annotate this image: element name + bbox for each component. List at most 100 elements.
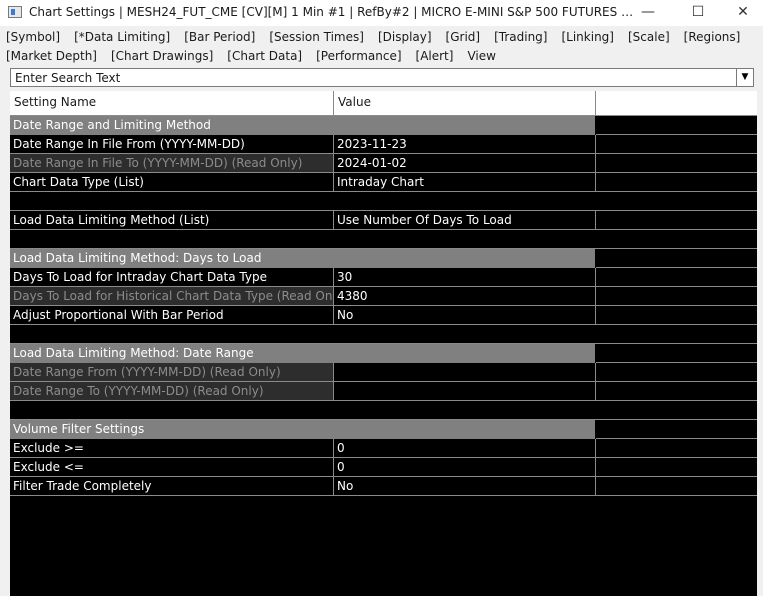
setting-value[interactable]: 30 xyxy=(334,268,596,287)
setting-name: Chart Data Type (List) xyxy=(10,173,334,192)
setting-name: Date Range In File To (YYYY-MM-DD) (Read… xyxy=(10,154,334,173)
setting-row[interactable]: Chart Data Type (List) Intraday Chart xyxy=(10,173,757,192)
row-spacer xyxy=(596,135,757,154)
menu-item[interactable]: [Symbol] xyxy=(6,30,60,44)
menu-item[interactable]: [Alert] xyxy=(416,49,454,63)
close-button[interactable]: ✕ xyxy=(720,0,763,26)
section-header-label: Load Data Limiting Method: Date Range xyxy=(10,344,595,363)
menu-item[interactable]: [Chart Drawings] xyxy=(111,49,213,63)
section-header-row[interactable]: Volume Filter Settings xyxy=(10,420,757,439)
section-header-label: Date Range and Limiting Method xyxy=(10,116,595,135)
readonly-setting-row[interactable]: Date Range In File To (YYYY-MM-DD) (Read… xyxy=(10,154,757,173)
menu-item[interactable]: [Bar Period] xyxy=(184,30,255,44)
setting-value: 4380 xyxy=(334,287,596,306)
setting-row[interactable]: Exclude <= 0 xyxy=(10,458,757,477)
menu-item[interactable]: [Market Depth] xyxy=(6,49,97,63)
search-input[interactable] xyxy=(11,69,743,86)
column-header-setting-name[interactable]: Setting Name xyxy=(10,91,334,115)
blank-cell xyxy=(10,325,757,344)
row-spacer xyxy=(596,420,757,439)
chevron-down-icon[interactable]: ▼ xyxy=(736,69,753,86)
row-spacer xyxy=(596,154,757,173)
row-spacer xyxy=(596,306,757,325)
setting-value[interactable]: Use Number Of Days To Load xyxy=(334,211,596,230)
setting-row[interactable]: Load Data Limiting Method (List) Use Numb… xyxy=(10,211,757,230)
maximize-button[interactable]: ☐ xyxy=(675,0,721,26)
setting-name: Date Range From (YYYY-MM-DD) (Read Only) xyxy=(10,363,334,382)
setting-value[interactable]: 2023-11-23 xyxy=(334,135,596,154)
row-spacer xyxy=(596,173,757,192)
row-spacer xyxy=(596,477,757,496)
search-box[interactable]: ▼ xyxy=(10,68,754,87)
readonly-setting-row[interactable]: Date Range To (YYYY-MM-DD) (Read Only) xyxy=(10,382,757,401)
section-header-row[interactable]: Date Range and Limiting Method xyxy=(10,116,757,135)
menu-item[interactable]: [Session Times] xyxy=(269,30,364,44)
menu-item[interactable]: [Linking] xyxy=(561,30,614,44)
grid-header: Setting Name Value xyxy=(10,91,757,116)
row-spacer xyxy=(596,382,757,401)
section-header-label: Volume Filter Settings xyxy=(10,420,595,439)
column-header-value[interactable]: Value xyxy=(334,91,596,115)
row-spacer xyxy=(596,344,757,363)
row-spacer xyxy=(596,458,757,477)
window-title: Chart Settings | MESH24_FUT_CME [CV][M] … xyxy=(29,5,639,19)
setting-name: Filter Trade Completely xyxy=(10,477,334,496)
setting-row[interactable]: Date Range In File From (YYYY-MM-DD) 2023… xyxy=(10,135,757,154)
menu-item[interactable]: [Chart Data] xyxy=(227,49,302,63)
setting-name: Adjust Proportional With Bar Period xyxy=(10,306,334,325)
setting-name: Exclude >= xyxy=(10,439,334,458)
blank-cell xyxy=(10,401,757,420)
setting-value xyxy=(334,382,596,401)
setting-value[interactable]: 0 xyxy=(334,439,596,458)
setting-row[interactable]: Exclude >= 0 xyxy=(10,439,757,458)
setting-name: Load Data Limiting Method (List) xyxy=(10,211,334,230)
menu-item[interactable]: [Scale] xyxy=(628,30,670,44)
title-bar: Chart Settings | MESH24_FUT_CME [CV][M] … xyxy=(0,0,763,26)
row-spacer xyxy=(596,268,757,287)
section-header-row[interactable]: Load Data Limiting Method: Date Range xyxy=(10,344,757,363)
setting-row[interactable]: Filter Trade Completely No xyxy=(10,477,757,496)
section-header-label: Load Data Limiting Method: Days to Load xyxy=(10,249,595,268)
menu-item[interactable]: [Display] xyxy=(378,30,432,44)
settings-menu: [Symbol] [*Data Limiting] [Bar Period] [Ses… xyxy=(0,28,763,68)
menu-row-1: [Symbol] [*Data Limiting] [Bar Period] [Ses… xyxy=(6,30,754,48)
setting-name: Days To Load for Historical Chart Data T… xyxy=(10,287,334,306)
menu-item[interactable]: View xyxy=(467,49,495,63)
row-spacer xyxy=(596,363,757,382)
setting-value xyxy=(334,363,596,382)
menu-item[interactable]: [Performance] xyxy=(316,49,401,63)
menu-row-2: [Market Depth] [Chart Drawings] [Chart Dat… xyxy=(6,49,510,67)
row-spacer xyxy=(596,439,757,458)
settings-grid: Setting Name Value Date Range and Limiti… xyxy=(10,91,757,596)
setting-row[interactable]: Adjust Proportional With Bar Period No xyxy=(10,306,757,325)
row-spacer xyxy=(596,211,757,230)
row-spacer xyxy=(596,116,757,135)
section-header-row[interactable]: Load Data Limiting Method: Days to Load xyxy=(10,249,757,268)
menu-item[interactable]: [Grid] xyxy=(446,30,481,44)
blank-row xyxy=(10,325,757,344)
setting-name: Days To Load for Intraday Chart Data Typ… xyxy=(10,268,334,287)
setting-value[interactable]: No xyxy=(334,477,596,496)
blank-row xyxy=(10,192,757,211)
setting-name: Exclude <= xyxy=(10,458,334,477)
setting-value[interactable]: 0 xyxy=(334,458,596,477)
readonly-setting-row[interactable]: Date Range From (YYYY-MM-DD) (Read Only) xyxy=(10,363,757,382)
row-spacer xyxy=(596,287,757,306)
app-icon xyxy=(8,6,22,18)
menu-item[interactable]: [*Data Limiting] xyxy=(74,30,170,44)
setting-name: Date Range To (YYYY-MM-DD) (Read Only) xyxy=(10,382,334,401)
setting-value[interactable]: No xyxy=(334,306,596,325)
blank-row xyxy=(10,401,757,420)
setting-value: 2024-01-02 xyxy=(334,154,596,173)
row-spacer xyxy=(596,249,757,268)
setting-name: Date Range In File From (YYYY-MM-DD) xyxy=(10,135,334,154)
blank-cell xyxy=(10,230,757,249)
menu-item[interactable]: [Trading] xyxy=(494,30,547,44)
menu-item[interactable]: [Regions] xyxy=(684,30,741,44)
minimize-button[interactable]: — xyxy=(625,0,671,26)
setting-value[interactable]: Intraday Chart xyxy=(334,173,596,192)
blank-row xyxy=(10,230,757,249)
setting-row[interactable]: Days To Load for Intraday Chart Data Typ… xyxy=(10,268,757,287)
readonly-setting-row[interactable]: Days To Load for Historical Chart Data T… xyxy=(10,287,757,306)
blank-cell xyxy=(10,192,757,211)
